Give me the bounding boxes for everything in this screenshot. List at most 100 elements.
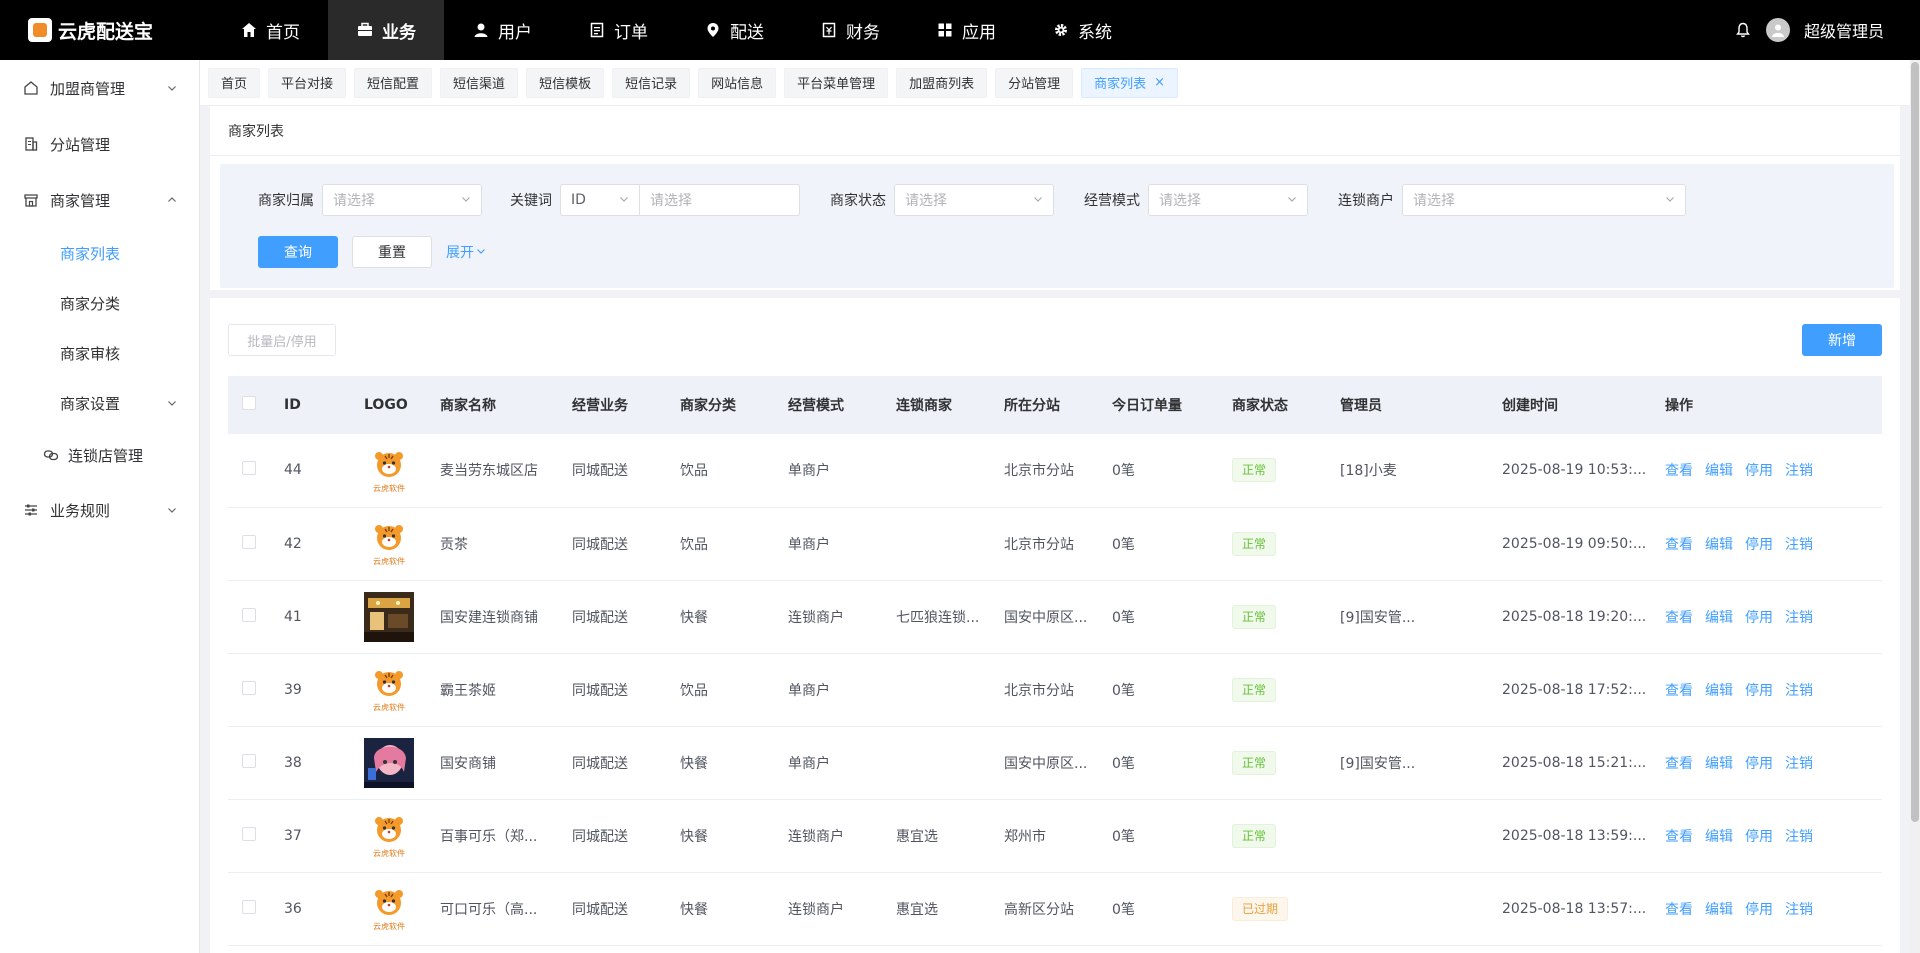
cancel-link[interactable]: 注销 (1785, 463, 1813, 479)
sidebar: 加盟商管理 分站管理 商家管理 商家列表 商家分类 商家审核 商家设置 连锁店管… (0, 60, 200, 953)
table-row: 42 云虎软件 贡茶 同城配送 饮品 单商户 北京市分站 0笔 正常 2025-08-19 09:… (228, 507, 1882, 580)
expand-link[interactable]: 展开 (446, 242, 486, 262)
row-checkbox[interactable] (242, 607, 256, 622)
edit-link[interactable]: 编辑 (1705, 463, 1733, 479)
cancel-link[interactable]: 注销 (1785, 537, 1813, 553)
tag-sms-record[interactable]: 短信记录 (612, 67, 691, 98)
cell-admin: [9]国安管... (1340, 755, 1416, 772)
cell-actions: 查看 编辑 停用 注销 (1665, 799, 1882, 872)
cell-category: 饮品 (680, 682, 708, 699)
chevron-up-icon (167, 191, 177, 209)
edit-link[interactable]: 编辑 (1705, 902, 1733, 918)
view-link[interactable]: 查看 (1665, 610, 1693, 626)
tag-platform[interactable]: 平台对接 (268, 67, 347, 98)
sidebar-item-merchant-review[interactable]: 商家审核 (0, 328, 199, 378)
tag-merchant-list[interactable]: 商家列表 × (1081, 67, 1179, 98)
row-checkbox[interactable] (242, 534, 256, 549)
disable-link[interactable]: 停用 (1745, 829, 1773, 845)
chevron-down-icon (476, 244, 486, 260)
topnav-business[interactable]: 业务 (328, 0, 444, 60)
sidebar-item-merchant-list[interactable]: 商家列表 (0, 228, 199, 278)
avatar[interactable] (1765, 18, 1790, 42)
table-row: 38 国安商铺 同城配送 快餐 单商户 国安中原区... 0笔 正常 [9]国安管... 2025… (228, 726, 1882, 799)
topnav-orders[interactable]: 订单 (560, 0, 676, 60)
view-link[interactable]: 查看 (1665, 902, 1693, 918)
sidebar-item-merchant-category[interactable]: 商家分类 (0, 278, 199, 328)
sidebar-item-substation[interactable]: 分站管理 (0, 116, 199, 172)
chain-label: 连锁商户 (1338, 193, 1394, 209)
mode-select[interactable]: 请选择 (1148, 184, 1308, 216)
keyword-type-select[interactable]: ID (560, 184, 640, 216)
sidebar-item-chain[interactable]: 连锁店管理 (0, 428, 199, 482)
select-all-checkbox[interactable] (242, 396, 256, 410)
query-button[interactable]: 查询 (258, 236, 338, 268)
user-name[interactable]: 超级管理员 (1804, 18, 1884, 42)
topnav-finance[interactable]: 财务 (792, 0, 908, 60)
cancel-link[interactable]: 注销 (1785, 902, 1813, 918)
chevron-down-icon (167, 394, 177, 412)
logo-caption: 云虎软件 (373, 849, 405, 858)
row-checkbox[interactable] (242, 461, 256, 476)
row-checkbox[interactable] (242, 753, 256, 768)
cell-category: 快餐 (680, 828, 708, 845)
disable-link[interactable]: 停用 (1745, 463, 1773, 479)
view-link[interactable]: 查看 (1665, 829, 1693, 845)
disable-link[interactable]: 停用 (1745, 537, 1773, 553)
cancel-link[interactable]: 注销 (1785, 756, 1813, 772)
tag-sms-channel[interactable]: 短信渠道 (440, 67, 519, 98)
disable-link[interactable]: 停用 (1745, 902, 1773, 918)
sidebar-item-merchant-settings[interactable]: 商家设置 (0, 378, 199, 428)
tag-site-info[interactable]: 网站信息 (698, 67, 777, 98)
edit-link[interactable]: 编辑 (1705, 829, 1733, 845)
tag-sms-config[interactable]: 短信配置 (354, 67, 433, 98)
sidebar-item-rules[interactable]: 业务规则 (0, 482, 199, 538)
row-checkbox[interactable] (242, 826, 256, 841)
bell-icon[interactable] (1734, 21, 1752, 39)
sidebar-item-label: 业务规则 (50, 501, 111, 520)
sidebar-item-franchise[interactable]: 加盟商管理 (0, 60, 199, 116)
topnav-label: 订单 (614, 22, 648, 43)
add-button[interactable]: 新增 (1802, 324, 1882, 356)
tag-menu[interactable]: 平台菜单管理 (784, 67, 889, 98)
topnav-system[interactable]: 系统 (1024, 0, 1140, 60)
cancel-link[interactable]: 注销 (1785, 683, 1813, 699)
row-checkbox[interactable] (242, 899, 256, 914)
keyword-input[interactable]: 请选择 (640, 184, 800, 216)
view-link[interactable]: 查看 (1665, 683, 1693, 699)
tag-sms-template[interactable]: 短信模板 (526, 67, 605, 98)
home-icon (240, 21, 258, 39)
reset-button[interactable]: 重置 (352, 236, 432, 268)
owner-select[interactable]: 请选择 (322, 184, 482, 216)
edit-link[interactable]: 编辑 (1705, 756, 1733, 772)
chain-select[interactable]: 请选择 (1402, 184, 1686, 216)
tag-home[interactable]: 首页 (208, 67, 261, 98)
topnav-apps[interactable]: 应用 (908, 0, 1024, 60)
tag-franchise-list[interactable]: 加盟商列表 (896, 67, 988, 98)
topnav-delivery[interactable]: 配送 (676, 0, 792, 60)
header-select (228, 376, 284, 434)
topnav-home[interactable]: 首页 (212, 0, 328, 60)
disable-link[interactable]: 停用 (1745, 610, 1773, 626)
cell-id: 36 (284, 900, 302, 917)
disable-link[interactable]: 停用 (1745, 756, 1773, 772)
batch-toggle-button[interactable]: 批量启/停用 (228, 324, 336, 356)
cancel-link[interactable]: 注销 (1785, 829, 1813, 845)
view-link[interactable]: 查看 (1665, 756, 1693, 772)
sidebar-item-merchant[interactable]: 商家管理 (0, 172, 199, 228)
tag-substation[interactable]: 分站管理 (995, 67, 1074, 98)
brand-logo[interactable]: 云虎配送宝 (0, 0, 200, 60)
view-link[interactable]: 查看 (1665, 463, 1693, 479)
cell-chain: 惠宜选 (896, 901, 938, 918)
view-link[interactable]: 查看 (1665, 537, 1693, 553)
scrollbar-thumb[interactable] (1911, 62, 1919, 822)
close-icon[interactable]: × (1154, 75, 1165, 90)
keyword-label: 关键词 (510, 193, 552, 209)
edit-link[interactable]: 编辑 (1705, 610, 1733, 626)
disable-link[interactable]: 停用 (1745, 683, 1773, 699)
status-select[interactable]: 请选择 (894, 184, 1054, 216)
row-checkbox[interactable] (242, 680, 256, 695)
edit-link[interactable]: 编辑 (1705, 537, 1733, 553)
edit-link[interactable]: 编辑 (1705, 683, 1733, 699)
cancel-link[interactable]: 注销 (1785, 610, 1813, 626)
topnav-users[interactable]: 用户 (444, 0, 560, 60)
